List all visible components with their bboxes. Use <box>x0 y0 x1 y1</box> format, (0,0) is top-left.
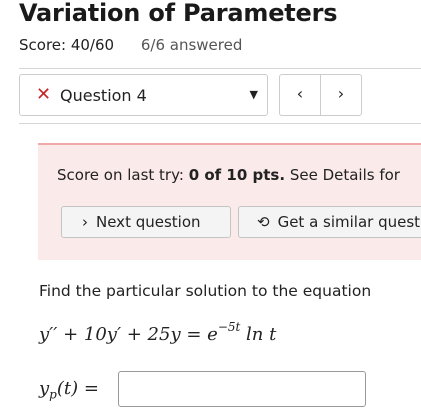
alert-suffix: See Details for <box>285 166 400 184</box>
answer-rest: (t) = <box>56 378 99 399</box>
equation: y′′ + 10y′ + 25y = e−5t ln t <box>39 320 276 345</box>
alert-prefix: Score on last try: <box>57 166 189 184</box>
x-icon: ✕ <box>36 84 52 105</box>
refresh-icon: ⟲ <box>257 213 270 231</box>
answer-input[interactable] <box>118 371 366 407</box>
divider-bottom <box>19 123 421 124</box>
score-summary: Score: 40/60 6/6 answered <box>19 36 242 54</box>
answered-count: 6/6 answered <box>140 36 243 54</box>
question-select[interactable]: ✕ Question 4 ▼ <box>19 74 268 116</box>
equation-rhs: ln t <box>240 324 277 345</box>
previous-question-button[interactable]: ‹ <box>279 74 321 116</box>
alert-message: Score on last try: 0 of 10 pts. See Deta… <box>57 166 400 184</box>
chevron-left-icon: ‹ <box>296 84 304 103</box>
next-question-nav-button[interactable]: › <box>320 74 362 116</box>
question-prompt: Find the particular solution to the equa… <box>39 282 372 300</box>
answer-label: yp(t) = <box>39 378 99 402</box>
alert-score: 0 of 10 pts. <box>188 166 286 184</box>
page-title: Variation of Parameters <box>19 0 338 27</box>
chevron-right-icon: › <box>82 213 88 231</box>
score-text: Score: 40/60 <box>19 36 115 54</box>
equation-lhs: y′′ + 10y′ + 25y = e <box>39 324 218 345</box>
similar-question-button[interactable]: ⟲ Get a similar question <box>238 206 421 238</box>
question-select-label: Question 4 <box>60 86 147 105</box>
chevron-right-icon: › <box>337 84 345 103</box>
answer-var: y <box>39 378 50 399</box>
equation-exponent: −5t <box>217 320 241 334</box>
score-alert: Score on last try: 0 of 10 pts. See Deta… <box>38 143 421 260</box>
chevron-down-icon: ▼ <box>249 88 258 101</box>
similar-question-label: Get a similar question <box>277 213 421 231</box>
answer-sub: p <box>49 387 57 402</box>
next-question-label: Next question <box>96 213 201 231</box>
next-question-button[interactable]: › Next question <box>61 206 231 238</box>
divider-top <box>19 68 421 69</box>
